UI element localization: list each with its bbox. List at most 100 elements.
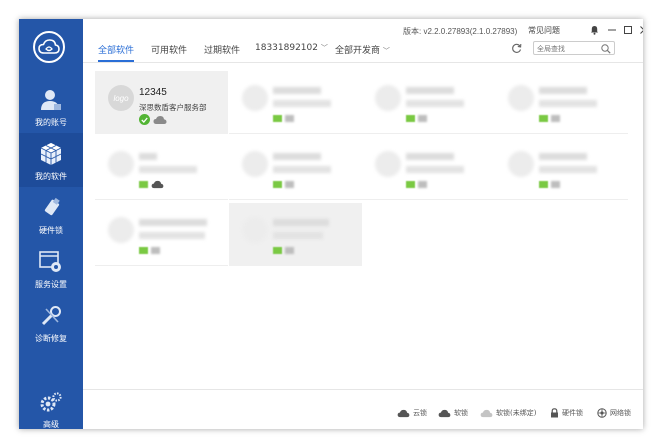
sidebar-item-my-software[interactable]: 我的软件 bbox=[19, 133, 83, 187]
network-lock-icon bbox=[597, 408, 607, 418]
software-logo bbox=[508, 151, 534, 177]
software-name: 12345 bbox=[139, 87, 167, 98]
filter-tabs: 全部软件 可用软件 过期软件 18331892102 ﹀ 全部开发商 ﹀ bbox=[83, 41, 643, 63]
legend-soft-lock-unbound: 软锁(未绑定) bbox=[480, 408, 536, 418]
legend-hardware-lock: 硬件锁 bbox=[550, 408, 583, 418]
legend-label: 硬件锁 bbox=[562, 409, 583, 417]
software-developer-redacted bbox=[139, 232, 205, 239]
software-cube-icon bbox=[38, 141, 64, 167]
tab-all-software[interactable]: 全部软件 bbox=[98, 43, 135, 62]
software-name-redacted bbox=[539, 87, 587, 94]
software-logo bbox=[242, 151, 268, 177]
software-logo: logo bbox=[108, 85, 134, 111]
software-card[interactable] bbox=[95, 203, 228, 266]
lock-type-mark bbox=[551, 115, 560, 122]
bell-icon[interactable] bbox=[588, 24, 600, 36]
minimize-button[interactable] bbox=[606, 24, 618, 36]
lock-type-mark bbox=[418, 181, 427, 188]
software-logo bbox=[108, 151, 134, 177]
software-logo bbox=[242, 85, 268, 111]
search-icon[interactable] bbox=[601, 44, 611, 54]
software-developer-redacted bbox=[273, 166, 331, 173]
software-name-redacted bbox=[139, 219, 207, 226]
software-card[interactable] bbox=[229, 203, 362, 266]
sidebar-item-label: 高级 bbox=[43, 420, 59, 429]
lock-type-mark bbox=[285, 247, 294, 254]
tab-expired-software[interactable]: 过期软件 bbox=[204, 43, 240, 56]
software-name-redacted bbox=[273, 87, 321, 94]
status-mark bbox=[273, 181, 282, 188]
software-card[interactable] bbox=[495, 137, 628, 200]
software-card[interactable] bbox=[95, 137, 228, 200]
software-card[interactable]: logo 12345 深思数盾客户服务部 bbox=[95, 71, 228, 134]
status-mark bbox=[139, 181, 148, 188]
tab-account-dropdown[interactable]: 18331892102 ﹀ bbox=[255, 43, 328, 53]
software-card[interactable] bbox=[229, 137, 362, 200]
sidebar: 我的账号 我的软件 硬件锁 服务设置 诊断修复 高级 bbox=[19, 19, 83, 429]
hardware-lock-icon bbox=[38, 195, 64, 221]
software-logo bbox=[108, 217, 134, 243]
sidebar-item-service-settings[interactable]: 服务设置 bbox=[19, 241, 83, 295]
diagnose-repair-icon bbox=[38, 303, 64, 329]
software-developer-redacted bbox=[273, 100, 331, 107]
sidebar-item-label: 诊断修复 bbox=[35, 334, 67, 343]
legend-label: 云锁 bbox=[413, 409, 427, 417]
status-mark bbox=[539, 115, 548, 122]
lock-type-mark bbox=[418, 115, 427, 122]
sidebar-item-hardware-lock[interactable]: 硬件锁 bbox=[19, 187, 83, 241]
legend-cloud-lock: 云锁 bbox=[397, 408, 427, 418]
legend-network-lock: 网络锁 bbox=[597, 408, 631, 418]
software-developer-redacted bbox=[539, 166, 597, 173]
software-card[interactable] bbox=[362, 137, 495, 200]
service-settings-icon bbox=[38, 249, 64, 275]
legend-label: 软锁 bbox=[454, 409, 468, 417]
status-mark bbox=[273, 247, 282, 254]
sidebar-item-label: 硬件锁 bbox=[39, 226, 63, 235]
software-developer-redacted bbox=[273, 232, 323, 239]
tab-developer-dropdown[interactable]: 全部开发商 ﹀ bbox=[335, 43, 390, 56]
software-name-redacted bbox=[539, 153, 587, 160]
lock-type-mark bbox=[285, 181, 294, 188]
software-name-redacted bbox=[139, 153, 157, 160]
software-logo bbox=[242, 217, 268, 243]
app-logo-icon bbox=[33, 31, 65, 63]
legend-label: 软锁(未绑定) bbox=[496, 409, 537, 417]
user-icon bbox=[38, 87, 64, 113]
software-card[interactable] bbox=[495, 71, 628, 134]
software-logo bbox=[375, 85, 401, 111]
check-icon bbox=[139, 114, 150, 125]
soft-lock-icon bbox=[438, 409, 451, 417]
status-mark bbox=[406, 115, 415, 122]
refresh-icon[interactable] bbox=[511, 43, 523, 55]
chevron-down-icon: ﹀ bbox=[320, 44, 328, 52]
maximize-button[interactable] bbox=[622, 24, 634, 36]
software-developer-redacted bbox=[406, 100, 464, 107]
lock-type-mark bbox=[551, 181, 560, 188]
app-window: 我的账号 我的软件 硬件锁 服务设置 诊断修复 高级 版本: v2.2.0.27… bbox=[19, 19, 643, 429]
software-card[interactable] bbox=[229, 71, 362, 134]
gear-icon bbox=[38, 389, 64, 415]
software-logo bbox=[375, 151, 401, 177]
lock-type-mark bbox=[151, 247, 160, 254]
chevron-down-icon: ﹀ bbox=[382, 47, 390, 55]
tab-developer-label: 全部开发商 bbox=[335, 46, 381, 56]
status-mark bbox=[539, 181, 548, 188]
faq-link[interactable]: 常见问题 bbox=[528, 25, 560, 36]
cloud-lock-icon bbox=[151, 180, 164, 189]
software-developer-redacted bbox=[539, 100, 597, 107]
cloud-lock-icon bbox=[153, 116, 167, 124]
software-developer: 深思数盾客户服务部 bbox=[139, 103, 207, 112]
close-button[interactable] bbox=[638, 24, 643, 36]
tab-available-software[interactable]: 可用软件 bbox=[151, 43, 187, 56]
legend-soft-lock: 软锁 bbox=[438, 408, 468, 418]
sidebar-item-advanced[interactable]: 高级 bbox=[19, 381, 83, 429]
sidebar-item-diagnose-repair[interactable]: 诊断修复 bbox=[19, 295, 83, 349]
tab-account-label: 18331892102 bbox=[255, 43, 318, 53]
software-name-redacted bbox=[273, 153, 321, 160]
search-input[interactable] bbox=[537, 43, 597, 54]
sidebar-item-my-account[interactable]: 我的账号 bbox=[19, 79, 83, 133]
search-box bbox=[533, 41, 615, 55]
software-name-redacted bbox=[406, 153, 454, 160]
software-name-redacted bbox=[273, 219, 329, 226]
software-card[interactable] bbox=[362, 71, 495, 134]
